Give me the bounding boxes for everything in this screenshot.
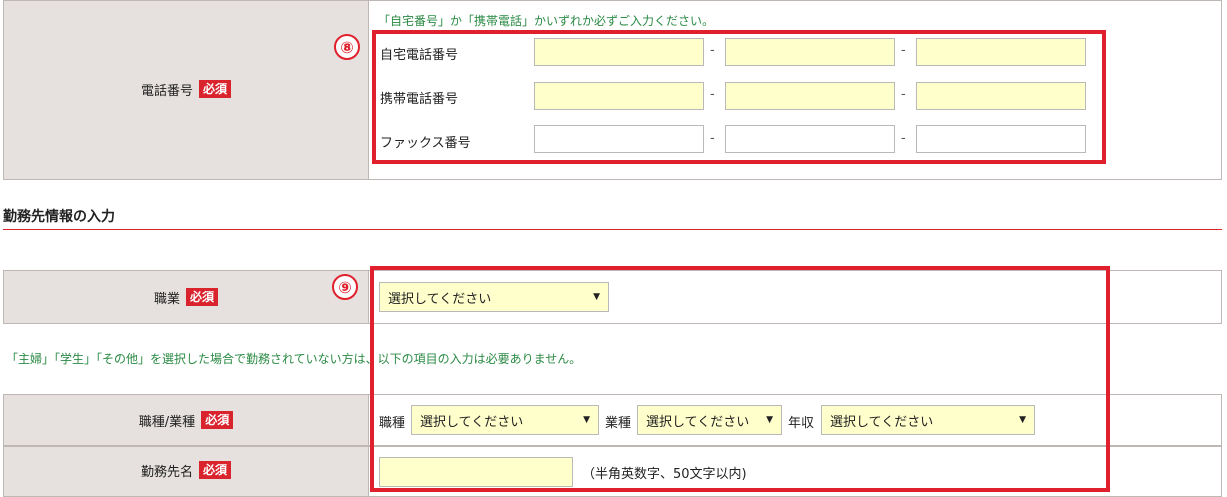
required-badge: 必須	[199, 80, 232, 98]
company-row-label: 勤務先名 必須	[3, 459, 369, 481]
required-badge: 必須	[201, 411, 234, 429]
marker-9: ⑨	[332, 274, 358, 300]
section-title: 勤務先情報の入力	[3, 209, 115, 225]
occupation-label: 職業	[153, 291, 180, 307]
phone-note: 「自宅番号」か「携帯電話」かいずれか必ずご入力ください。	[378, 14, 715, 28]
marker-8: ⑧	[334, 34, 360, 60]
highlight-box-8	[372, 30, 1106, 164]
job-label: 職種/業種	[138, 414, 196, 430]
section-divider	[3, 229, 1222, 230]
occupation-row-label: 職業 必須	[3, 286, 369, 308]
required-badge: 必須	[199, 461, 232, 479]
highlight-box-9	[370, 266, 1110, 492]
job-row-label: 職種/業種 必須	[3, 409, 369, 431]
phone-label: 電話番号	[140, 83, 193, 99]
company-label: 勤務先名	[140, 464, 193, 480]
required-badge: 必須	[186, 288, 219, 306]
phone-row-label: 電話番号 必須	[3, 78, 369, 100]
